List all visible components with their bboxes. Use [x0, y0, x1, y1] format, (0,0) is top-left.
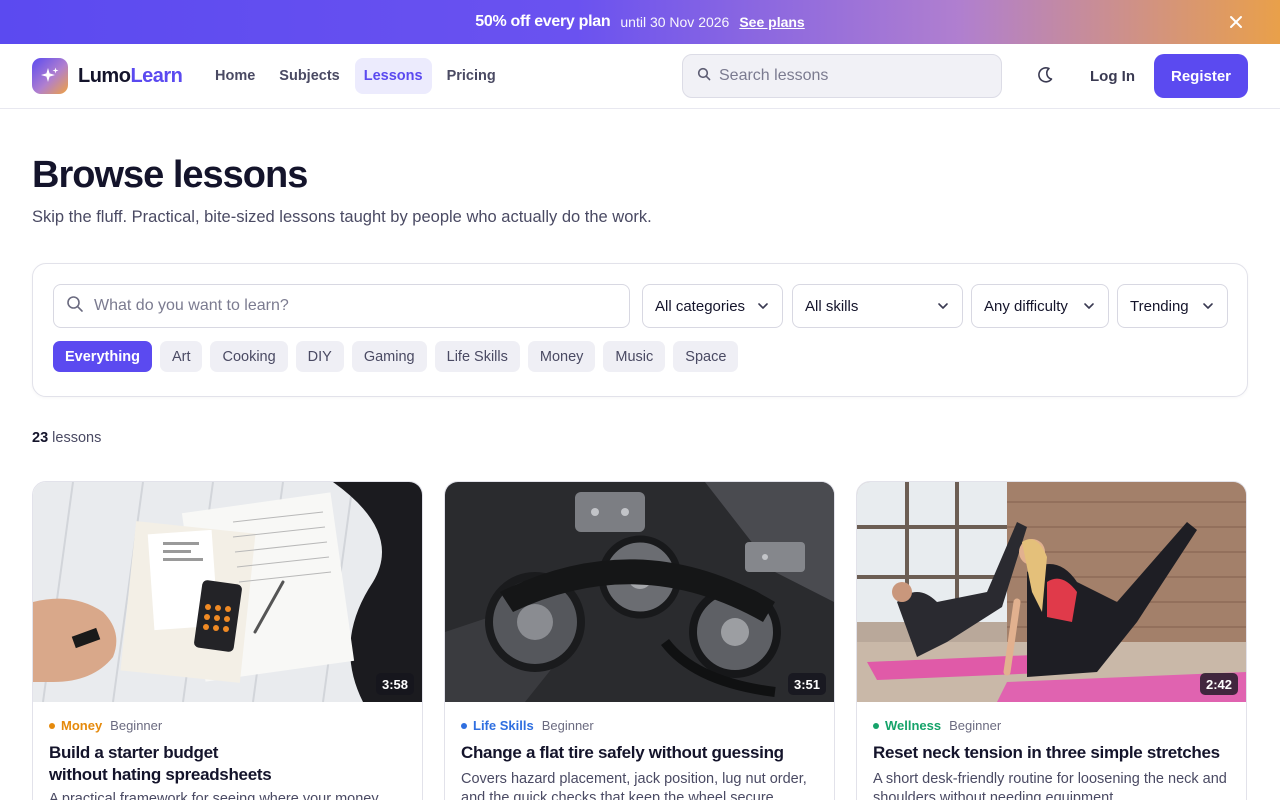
chip-money[interactable]: Money [527, 341, 596, 372]
card-title: Reset neck tension in three simple stret… [873, 742, 1223, 764]
category-dot [461, 722, 467, 729]
chevron-down-icon [758, 303, 768, 309]
chevron-down-icon [938, 303, 948, 309]
chip-space[interactable]: Space [673, 341, 739, 372]
category-dot [873, 722, 879, 729]
card-title: Build a starter budget without hating sp… [49, 742, 399, 786]
lesson-search[interactable] [53, 284, 630, 328]
category-label: Life Skills [473, 718, 534, 733]
car-engine-photo [445, 482, 834, 702]
page-title: Browse lessons [32, 154, 308, 196]
category-dot [49, 722, 55, 729]
lesson-card-neck-tension[interactable]: 2:42 Wellness Beginner Reset neck tensio… [856, 481, 1247, 800]
moon-icon[interactable] [1034, 64, 1056, 86]
yoga-class-photo [857, 482, 1246, 702]
logo-text: LumoLearn [78, 64, 183, 88]
card-description: A short desk-friendly routine for loosen… [873, 770, 1238, 800]
nav-links: Home Subjects Lessons Pricing [206, 58, 511, 94]
chip-art[interactable]: Art [159, 341, 203, 372]
level-label: Beginner [541, 718, 594, 733]
difficulty-select[interactable]: Any difficulty [971, 284, 1109, 328]
chip-life-skills[interactable]: Life Skills [434, 341, 520, 372]
card-description-line: shoulders without needing equipment. [873, 790, 1118, 800]
duration-badge: 3:51 [787, 673, 826, 695]
sparkle-icon [32, 58, 68, 94]
nav-search-input[interactable] [719, 67, 979, 85]
card-title-line: without hating spreadsheets [49, 765, 272, 784]
chevron-down-icon [1203, 303, 1213, 309]
result-count-number: 23 [32, 430, 49, 446]
sort-select[interactable]: Trending [1117, 284, 1228, 328]
filter-panel: All categories All skills Any difficulty… [32, 263, 1248, 397]
chevron-down-icon [1084, 303, 1094, 309]
duration-badge: 3:58 [375, 673, 414, 695]
chip-gaming[interactable]: Gaming [351, 341, 427, 372]
card-title-line: Change a flat tire safely without guessi… [461, 743, 784, 762]
logo-text-part2: Learn [130, 64, 183, 87]
level-label: Beginner [949, 718, 1002, 733]
nav-pricing[interactable]: Pricing [438, 58, 505, 94]
category-select-value: All categories [655, 297, 746, 315]
card-description-line: Covers hazard placement, jack position, … [461, 771, 807, 787]
nav-search[interactable] [682, 54, 1002, 98]
chip-diy[interactable]: DIY [295, 341, 344, 372]
budget-paperwork-photo [33, 482, 422, 702]
promo-until: until 30 Nov 2026 [620, 14, 730, 30]
search-icon [697, 67, 711, 86]
result-count-label: lessons [52, 430, 102, 446]
chip-everything[interactable]: Everything [53, 341, 152, 372]
card-description-line: A short desk-friendly routine for loosen… [873, 771, 1227, 787]
login-button[interactable]: Log In [1082, 54, 1143, 98]
see-plans-link[interactable]: See plans [739, 14, 804, 30]
category-label: Money [61, 718, 103, 733]
register-button[interactable]: Register [1154, 54, 1248, 98]
category-select[interactable]: All categories [642, 284, 783, 328]
logo-text-part1: Lumo [78, 64, 131, 87]
category-chips: Everything Art Cooking DIY Gaming Life S… [53, 341, 746, 372]
skills-select[interactable]: All skills [792, 284, 963, 328]
card-title-line: Build a starter budget [49, 743, 219, 762]
lesson-search-input[interactable] [94, 297, 614, 315]
level-label: Beginner [110, 718, 163, 733]
lesson-card-flat-tire[interactable]: 3:51 Life Skills Beginner Change a flat … [444, 481, 835, 800]
promo-headline: 50% off every plan [475, 13, 611, 30]
skills-select-value: All skills [805, 297, 859, 315]
card-meta: Wellness Beginner [873, 718, 1001, 733]
close-icon[interactable] [1226, 12, 1246, 32]
card-description: A practical framework for seeing where y… [49, 791, 379, 800]
card-description-line: and the quick checks that keep the wheel… [461, 790, 778, 800]
card-description: Covers hazard placement, jack position, … [461, 770, 826, 800]
nav-subjects[interactable]: Subjects [270, 58, 348, 94]
chip-music[interactable]: Music [603, 341, 666, 372]
card-title-line: Reset neck tension in three simple stret… [873, 743, 1220, 762]
top-nav: LumoLearn Home Subjects Lessons Pricing … [0, 44, 1280, 109]
nav-home[interactable]: Home [206, 58, 264, 94]
result-count: 23 lessons [32, 430, 101, 446]
difficulty-select-value: Any difficulty [984, 297, 1068, 315]
page-subtitle: Skip the fluff. Practical, bite-sized le… [32, 208, 652, 226]
chip-cooking[interactable]: Cooking [210, 341, 288, 372]
logo[interactable]: LumoLearn [32, 58, 183, 94]
card-meta: Life Skills Beginner [461, 718, 594, 733]
card-title: Change a flat tire safely without guessi… [461, 742, 811, 764]
sort-select-value: Trending [1130, 297, 1189, 315]
category-label: Wellness [885, 718, 942, 733]
lesson-card-budget[interactable]: 3:58 Money Beginner Build a starter budg… [32, 481, 423, 800]
promo-banner: 50% off every plan until 30 Nov 2026 See… [0, 0, 1280, 44]
card-meta: Money Beginner [49, 718, 162, 733]
duration-badge: 2:42 [1199, 673, 1238, 695]
nav-lessons[interactable]: Lessons [354, 58, 432, 94]
search-icon [66, 295, 84, 318]
